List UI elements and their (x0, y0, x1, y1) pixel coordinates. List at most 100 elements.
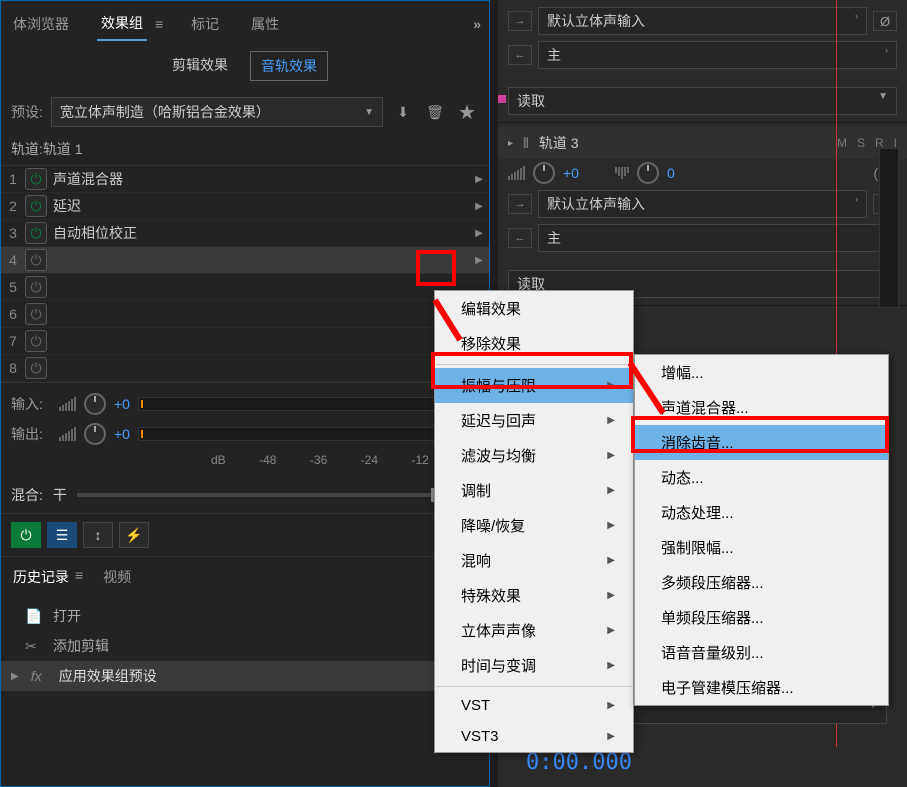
tab-video[interactable]: 视频 (103, 567, 131, 587)
history-item-add-clip[interactable]: ✂ 添加剪辑 (1, 631, 489, 661)
history-item-open[interactable]: 📄 打开 (1, 601, 489, 631)
menu-channel-mixer[interactable]: 声道混合器... (635, 390, 888, 425)
submenu-arrow-icon: ▶ (607, 485, 615, 496)
slot-arrow-icon[interactable]: ▶ (469, 201, 489, 212)
hamburger-icon[interactable]: ≡ (155, 16, 163, 32)
track-drag-icon[interactable]: ⫴ (523, 135, 529, 152)
rack-lightning-button[interactable]: ⚡ (119, 522, 149, 548)
save-preset-icon[interactable]: ⬇ (391, 100, 415, 124)
effect-slot-2[interactable]: 2 ⏻ 延迟 ▶ (1, 193, 489, 220)
expand-icon[interactable]: ▸ (508, 138, 513, 149)
effect-slot-3[interactable]: 3 ⏻ 自动相位校正 ▶ (1, 220, 489, 247)
input-dropdown[interactable]: 默认立体声输入› (538, 7, 867, 35)
power-icon[interactable]: ⏻ (25, 357, 47, 379)
track-label: 轨道:轨道 1 (1, 133, 489, 165)
menu-modulation[interactable]: 调制▶ (435, 473, 633, 508)
track-level-meter (879, 148, 899, 308)
menu-tube-compressor[interactable]: 电子管建模压缩器... (635, 670, 888, 705)
submenu-arrow-icon: ▶ (607, 555, 615, 566)
mute-button[interactable]: M (837, 136, 847, 150)
tab-media-browser[interactable]: 体浏览器 (9, 8, 73, 40)
menu-dynamics[interactable]: 动态... (635, 460, 888, 495)
input-gain-value[interactable]: +0 (114, 396, 130, 412)
menu-hard-limiter[interactable]: 强制限幅... (635, 530, 888, 565)
input-gain-row: 输入: +0 (11, 393, 479, 415)
tab-effects-group[interactable]: 效果组 (97, 7, 147, 41)
menu-filter-eq[interactable]: 滤波与均衡▶ (435, 438, 633, 473)
timecode-display[interactable]: 0:00.000 (526, 750, 632, 775)
output-meter (138, 427, 479, 441)
rack-list-button[interactable]: ☰ (47, 522, 77, 548)
tab-markers[interactable]: 标记 (187, 8, 223, 40)
favorite-icon[interactable]: ★ (455, 100, 479, 124)
track-name[interactable]: 轨道 3 (539, 133, 827, 153)
effect-slot-4[interactable]: 4 ⏻ ▶ (1, 247, 489, 274)
route-out-icon[interactable]: ← (508, 228, 532, 248)
route-out-icon[interactable]: ← (508, 45, 532, 65)
menu-time-pitch[interactable]: 时间与变调▶ (435, 648, 633, 683)
power-icon[interactable]: ⏻ (25, 276, 47, 298)
effect-slot-7[interactable]: 7 ⏻ (1, 328, 489, 355)
subtab-track-effects[interactable]: 音轨效果 (250, 51, 328, 81)
menu-deesser[interactable]: 消除齿音... (635, 425, 888, 460)
preset-dropdown[interactable]: 宽立体声制造（哈斯铝合金效果） ▼ (51, 97, 383, 127)
effect-slot-6[interactable]: 6 ⏻ (1, 301, 489, 328)
menu-amplify[interactable]: 增幅... (635, 355, 888, 390)
menu-single-band-compressor[interactable]: 单频段压缩器... (635, 600, 888, 635)
menu-stereo-image[interactable]: 立体声声像▶ (435, 613, 633, 648)
slot-arrow-icon[interactable]: ▶ (469, 174, 489, 185)
menu-reverb[interactable]: 混响▶ (435, 543, 633, 578)
menu-speech-volume-leveler[interactable]: 语音音量级别... (635, 635, 888, 670)
slot-arrow-icon[interactable]: ▶ (469, 228, 489, 239)
delete-preset-icon[interactable]: 🗑 (423, 100, 447, 124)
power-icon[interactable]: ⏻ (25, 303, 47, 325)
overflow-icon[interactable]: » (473, 16, 481, 32)
pan-knob[interactable] (637, 162, 659, 184)
output-dropdown[interactable]: 主› (538, 41, 897, 69)
menu-special[interactable]: 特殊效果▶ (435, 578, 633, 613)
track-color-chip[interactable] (498, 95, 506, 103)
menu-vst[interactable]: VST▶ (435, 690, 633, 721)
pan-value[interactable]: 0 (667, 165, 675, 181)
menu-delay-echo[interactable]: 延迟与回声▶ (435, 403, 633, 438)
menu-vst3[interactable]: VST3▶ (435, 721, 633, 752)
solo-button[interactable]: S (857, 136, 865, 150)
output-gain-knob[interactable] (84, 423, 106, 445)
effect-slot-1[interactable]: 1 ⏻ 声道混合器 ▶ (1, 166, 489, 193)
menu-amplitude-compression[interactable]: 振幅与压限▶ (435, 368, 633, 403)
route-in-icon[interactable]: → (508, 194, 532, 214)
track-3-header[interactable]: ▸ ⫴ 轨道 3 M S R I (498, 127, 907, 159)
power-icon[interactable]: ⏻ (25, 330, 47, 352)
output-dropdown[interactable]: 主› (538, 224, 897, 252)
history-item-apply-preset[interactable]: ▶ fx 应用效果组预设 (1, 661, 489, 691)
menu-multiband-compressor[interactable]: 多频段压缩器... (635, 565, 888, 600)
rack-tune-button[interactable]: ↕ (83, 522, 113, 548)
route-in-icon[interactable]: → (508, 11, 532, 31)
subtab-clip-effects[interactable]: 剪辑效果 (162, 51, 238, 81)
slot-arrow-icon[interactable]: ▶ (469, 255, 489, 266)
power-icon[interactable]: ⏻ (25, 195, 47, 217)
slot-number: 3 (1, 225, 25, 241)
tab-properties[interactable]: 属性 (247, 8, 283, 40)
effects-panel: 体浏览器 效果组 ≡ 标记 属性 » 剪辑效果 音轨效果 预设: 宽立体声制造（… (0, 0, 490, 787)
input-gain-knob[interactable] (84, 393, 106, 415)
power-icon[interactable]: ⏻ (25, 168, 47, 190)
menu-edit-effect[interactable]: 编辑效果 (435, 291, 633, 326)
input-dropdown[interactable]: 默认立体声输入› (538, 190, 867, 218)
rack-power-button[interactable]: ⏻ (11, 522, 41, 548)
automation-mode-dropdown[interactable]: 读取▼ (508, 87, 897, 115)
mix-slider[interactable] (77, 493, 437, 497)
power-icon[interactable]: ⏻ (25, 249, 47, 271)
output-gain-value[interactable]: +0 (114, 426, 130, 442)
menu-noise-restore[interactable]: 降噪/恢复▶ (435, 508, 633, 543)
volume-knob[interactable] (533, 162, 555, 184)
menu-dynamics-processing[interactable]: 动态处理... (635, 495, 888, 530)
hamburger-icon[interactable]: ≡ (75, 567, 83, 587)
effect-slot-8[interactable]: 8 ⏻ (1, 355, 489, 382)
tab-history[interactable]: 历史记录 (13, 567, 69, 587)
effect-slot-5[interactable]: 5 ⏻ (1, 274, 489, 301)
menu-remove-effect[interactable]: 移除效果 (435, 326, 633, 361)
phase-icon[interactable]: Ø (873, 11, 897, 31)
volume-value[interactable]: +0 (563, 165, 579, 181)
power-icon[interactable]: ⏻ (25, 222, 47, 244)
